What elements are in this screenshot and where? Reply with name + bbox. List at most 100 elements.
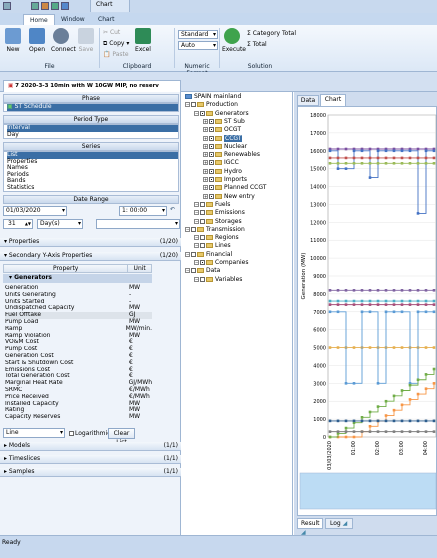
checkbox-icon[interactable] [209,185,214,191]
cut-button[interactable]: ✂ Cut [103,29,120,36]
series-item[interactable]: Statistics [7,184,178,192]
property-group-generators[interactable]: ▾ Generators [3,274,152,283]
save-quick-icon[interactable] [31,2,39,10]
checkbox-icon[interactable] [200,260,205,265]
checkbox-icon[interactable] [209,118,214,124]
execute-button[interactable]: Execute [222,28,246,53]
checkbox-icon[interactable] [200,210,205,216]
checkbox-icon[interactable] [200,243,205,249]
settings-quick-icon[interactable] [61,2,69,10]
tree-node[interactable]: + OCGT [203,126,241,135]
expand-icon[interactable]: − [194,260,199,265]
tree-node[interactable]: − Fuels [194,201,230,210]
duration-unit-select[interactable]: Day(s) ▾ [37,219,83,229]
checkbox-icon[interactable] [209,160,214,166]
period-type-header[interactable]: Period Type [3,115,179,124]
expand-icon[interactable]: − [194,235,199,241]
expand-icon[interactable]: − [185,226,190,232]
document-tab[interactable]: ▣ 7 2020-3-3 10min with W 10GW MIP, no r… [3,80,181,92]
tree-node[interactable]: + Renewables [203,151,260,160]
column-header-property[interactable]: Property [4,265,129,272]
paste-button[interactable]: 📋 Paste [103,51,129,58]
expand-icon[interactable]: − [194,218,199,224]
secondary-axis-section[interactable]: ▾ Secondary Y-Axis Properties (1/20) [0,252,181,261]
tree-node[interactable]: + Imports [203,176,247,185]
expand-icon[interactable]: + [203,118,208,124]
tab-chart-view[interactable]: Chart [320,94,346,106]
properties-section[interactable]: ▾ Properties (1/20) [0,238,181,247]
expand-icon[interactable]: + [203,168,208,174]
tree-node[interactable]: + IGCC [203,159,239,168]
tree-node[interactable]: − Transmission [185,226,245,235]
expand-icon[interactable]: + [203,177,208,182]
copy-button[interactable]: ⧉ Copy ▾ [103,40,129,48]
tab-home[interactable]: Home [23,14,55,25]
expand-icon[interactable]: − [194,276,199,282]
tree-node[interactable]: SPAIN mainland [185,93,241,102]
checkbox-icon[interactable] [209,152,214,158]
expand-icon[interactable]: − [194,210,199,216]
expand-icon[interactable]: + [203,127,208,133]
export-quick-icon[interactable] [41,2,49,10]
tree-node[interactable]: − Companies [194,259,248,268]
checkbox-icon[interactable] [200,110,205,116]
expand-icon[interactable]: − [185,251,190,257]
checkbox-icon[interactable] [209,168,214,174]
expand-icon[interactable]: − [185,102,190,108]
checkbox-icon[interactable] [191,251,196,257]
tab-result[interactable]: Result ◢ [297,518,323,536]
property-row[interactable]: Capacity Reserves MW [5,413,152,421]
open-button[interactable]: Open [27,28,47,53]
phase-header[interactable]: Phase [3,94,179,103]
tree-node[interactable]: − Production [185,101,238,110]
timeslices-section[interactable]: ▸ Timeslices (1/1) [0,455,181,464]
run-quick-icon[interactable] [51,2,59,10]
start-time-picker[interactable]: 1: 00:00 ▾ [119,206,167,216]
expand-icon[interactable]: − [194,110,199,116]
chart-type-select[interactable]: Line ▾ [3,428,65,438]
checkbox-icon[interactable] [191,102,196,108]
checkbox-icon[interactable] [191,226,196,232]
expand-icon[interactable]: + [203,193,208,199]
series-header[interactable]: Series [3,142,179,151]
checkbox-icon[interactable] [191,268,196,274]
tab-window[interactable]: Window [55,14,91,25]
new-button[interactable]: New [3,28,23,53]
checkbox-icon[interactable] [200,235,205,241]
tree-node[interactable]: − Variables [194,276,242,285]
tree-node[interactable]: − Data [185,267,220,276]
tree-node[interactable]: + Nuclear [203,143,247,152]
tree-node[interactable]: − Regions [194,234,239,243]
expand-icon[interactable]: + [203,135,208,141]
tab-log[interactable]: Log ◢ [325,518,353,529]
expand-icon[interactable]: − [185,268,190,274]
tree-node[interactable]: + Planned CCGT [203,184,266,193]
connect-button[interactable]: Connect [51,28,76,53]
total-button[interactable]: Σ Total [247,41,267,48]
checkbox-icon[interactable] [209,193,214,199]
refresh-icon[interactable]: ↶ [170,206,175,213]
category-total-button[interactable]: Σ Category Total [247,30,296,37]
checkbox-icon[interactable] [209,135,214,141]
duration-stepper[interactable]: 31 ▲▼ [3,219,33,229]
logarithmic-checkbox[interactable]: Logarithmic [69,430,111,437]
period-item-day[interactable]: Day [7,131,178,139]
tree-node[interactable]: − Generators [194,110,249,119]
date-range-header[interactable]: Date Range [3,195,179,204]
expand-icon[interactable]: − [194,201,199,207]
checkbox-icon[interactable] [200,218,205,224]
phase-item[interactable]: ▣ ST Schedule [7,103,178,111]
clear-list-button[interactable]: Clear List [108,428,135,446]
checkbox-icon[interactable] [209,143,214,149]
checkbox-icon[interactable] [209,127,214,133]
filter-select[interactable]: ▾ [96,219,180,229]
save-button[interactable]: Save [76,28,96,53]
number-format-select[interactable]: Standard ▾ [178,30,218,39]
models-section[interactable]: ▸ Models (1/1) [0,442,181,451]
expand-icon[interactable]: + [203,185,208,191]
expand-icon[interactable]: − [194,243,199,249]
checkbox-icon[interactable] [200,276,205,282]
tree-node[interactable]: + ST Sub [203,118,245,127]
tree-node[interactable]: + CCGT [203,134,243,144]
samples-section[interactable]: ▸ Samples (1/1) [0,468,181,477]
